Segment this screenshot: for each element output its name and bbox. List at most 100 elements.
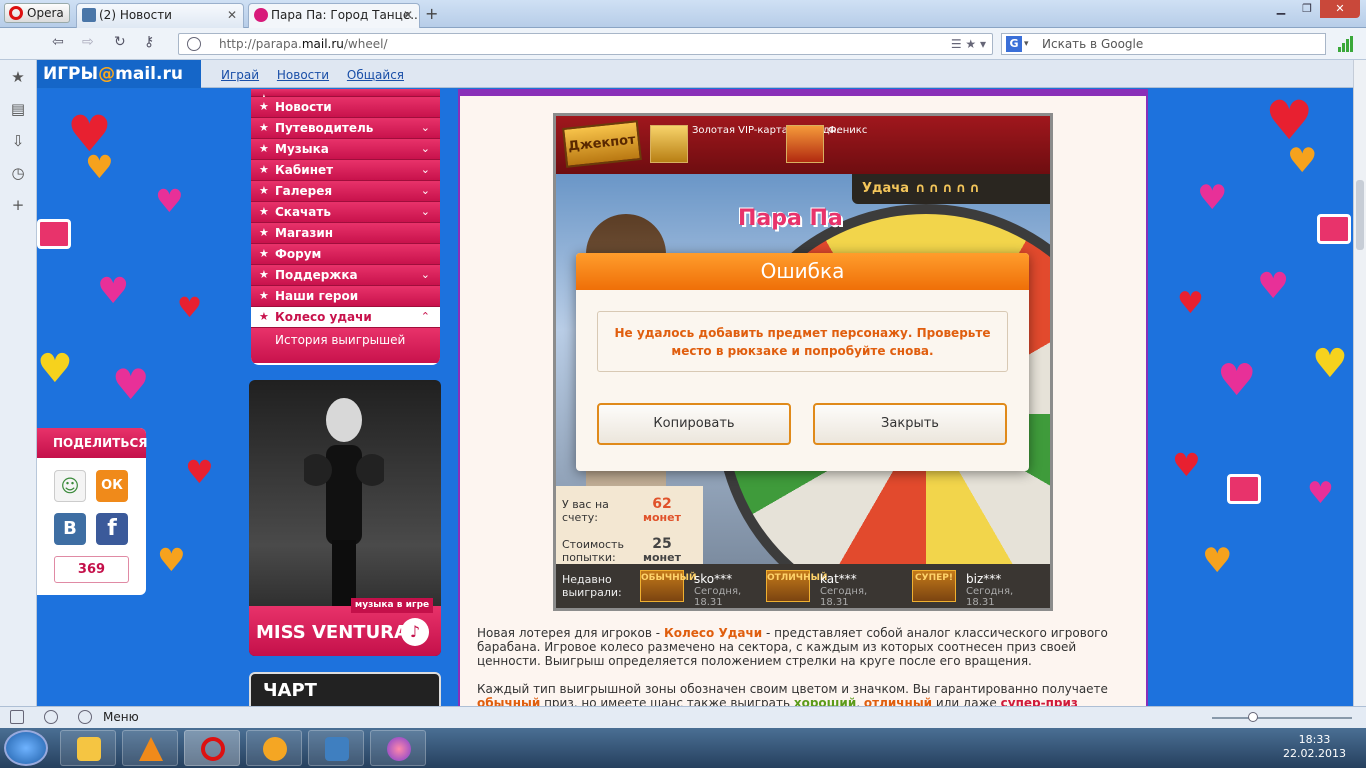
- banner-artist-name: MISS VENTURA: [256, 622, 408, 643]
- close-window-icon[interactable]: ✕: [1320, 0, 1360, 18]
- taskbar-app-explorer[interactable]: [60, 730, 116, 766]
- gift-decoration-icon: [1227, 474, 1261, 504]
- zoom-knob[interactable]: [1248, 712, 1258, 722]
- coins-panel: У вас на счету: 62 монет Стоимость попытк…: [556, 486, 703, 566]
- start-button[interactable]: [4, 730, 48, 766]
- menu-item-news[interactable]: Новости: [251, 97, 440, 118]
- prize-badge: ОБЫЧНЫЙ: [640, 570, 697, 602]
- system-clock[interactable]: 18:33 22.02.2013: [1283, 733, 1346, 761]
- signal-icon: [1338, 36, 1354, 52]
- menu-item-support[interactable]: Поддержка⌄: [251, 265, 440, 286]
- copy-button[interactable]: Копировать: [597, 403, 791, 445]
- nav-link-news[interactable]: Новости: [277, 68, 329, 82]
- parapa-disco-icon: [387, 737, 411, 761]
- downloads-icon[interactable]: ⇩: [0, 124, 36, 156]
- menu-item-shop[interactable]: Магазин: [251, 223, 440, 244]
- page-scrollbar[interactable]: [1353, 60, 1366, 706]
- vlc-icon: [139, 737, 163, 761]
- search-field[interactable]: G ▾ Искать в Google: [1001, 33, 1326, 55]
- add-panel-icon[interactable]: +: [0, 188, 36, 220]
- taskbar-app-parapa[interactable]: [370, 730, 426, 766]
- menu-item-gallery[interactable]: Галерея⌄: [251, 181, 440, 202]
- browser-sidepanel: ★ ▤ ⇩ ◷ +: [0, 60, 37, 706]
- history-icon[interactable]: ◷: [0, 156, 36, 188]
- heart-decoration-icon: ♥: [1202, 541, 1233, 581]
- menu-item-music[interactable]: Музыка⌄: [251, 139, 440, 160]
- taskbar-app-avast[interactable]: [246, 730, 302, 766]
- back-icon[interactable]: ⇦: [52, 34, 64, 50]
- chevron-up-icon: ⌃: [420, 310, 430, 323]
- tab-news[interactable]: (2) Новости ✕: [76, 3, 244, 28]
- menu-item-wheel[interactable]: Колесо удачи⌃: [251, 307, 440, 328]
- share-widget: ПОДЕЛИТЬСЯ ☺ ОК В f 369: [37, 428, 148, 595]
- heart-decoration-icon: ♥: [112, 360, 150, 409]
- opera-menu-button[interactable]: Opera: [4, 3, 70, 23]
- tab-parapa[interactable]: Пара Па: Город Танце... ✕: [248, 3, 420, 28]
- parapa-favicon-icon: [254, 8, 268, 22]
- submenu-win-history[interactable]: История выигрышей: [251, 328, 440, 363]
- google-icon[interactable]: G: [1006, 36, 1022, 52]
- taskbar-app-opera[interactable]: [184, 730, 240, 766]
- gift-decoration-icon: [37, 219, 71, 249]
- banner-strip: музыка в игре MISS VENTURA ♪: [249, 598, 441, 656]
- reload-icon[interactable]: ↻: [114, 34, 126, 50]
- facebook-share-icon[interactable]: f: [96, 513, 128, 545]
- chevron-down-icon: ⌄: [420, 184, 430, 197]
- mail-share-icon[interactable]: ☺: [54, 470, 86, 502]
- parapa-logo: Пара Па: [738, 206, 843, 231]
- vip-card-prize-icon: [650, 125, 688, 163]
- menu-item-cabinet[interactable]: Кабинет⌄: [251, 160, 440, 181]
- scrollbar-thumb[interactable]: [1356, 180, 1364, 250]
- menu-item-guide[interactable]: Путеводитель⌄: [251, 118, 440, 139]
- key-icon[interactable]: ⚷: [144, 34, 154, 50]
- menu-item-forum[interactable]: Форум: [251, 244, 440, 265]
- recent-label: Недавно выиграли:: [562, 573, 622, 599]
- games-mail-logo[interactable]: ИГРЫ@mail.ru: [37, 60, 201, 88]
- taskbar-app-editor[interactable]: [308, 730, 364, 766]
- turbo-cloud-icon[interactable]: [44, 710, 58, 724]
- heart-decoration-icon: ♥: [185, 453, 214, 491]
- heart-decoration-icon: ♥: [1287, 141, 1318, 181]
- minimize-icon[interactable]: ▁: [1268, 0, 1294, 18]
- taskbar-app-vlc[interactable]: [122, 730, 178, 766]
- unite-icon[interactable]: [78, 710, 92, 724]
- heart-decoration-icon: ♥: [157, 541, 186, 579]
- winner-name: sko***: [694, 572, 733, 586]
- maximize-icon[interactable]: ❐: [1294, 0, 1320, 18]
- rss-bookmark-icons[interactable]: ☰ ★ ▾: [951, 34, 986, 54]
- cost-label: Стоимость попытки:: [562, 538, 624, 564]
- prize-badge: СУПЕР!: [912, 570, 956, 602]
- heart-decoration-icon: ♥: [1312, 341, 1348, 387]
- browser-tab-bar: Opera (2) Новости ✕ Пара Па: Город Танце…: [0, 0, 1366, 28]
- dialog-title: Ошибка: [576, 253, 1029, 290]
- nav-link-play[interactable]: Играй: [221, 68, 259, 82]
- account-value: 62 монет: [643, 496, 681, 524]
- account-label: У вас на счету:: [562, 498, 609, 524]
- menu-item-download[interactable]: Скачать⌄: [251, 202, 440, 223]
- search-engine-dropdown-icon[interactable]: ▾: [1024, 34, 1029, 54]
- ok-share-icon[interactable]: ОК: [96, 470, 128, 502]
- singer-photo: [304, 398, 384, 610]
- close-tab-icon[interactable]: ✕: [403, 4, 413, 26]
- zoom-slider[interactable]: [1212, 712, 1352, 722]
- close-button[interactable]: Закрыть: [813, 403, 1007, 445]
- vk-share-icon[interactable]: В: [54, 513, 86, 545]
- close-tab-icon[interactable]: ✕: [227, 4, 237, 26]
- notes-icon[interactable]: ▤: [0, 92, 36, 124]
- new-tab-icon[interactable]: +: [425, 4, 438, 23]
- share-count: 369: [54, 556, 129, 583]
- folder-icon: [77, 737, 101, 761]
- winner-date: Сегодня, 18.31: [820, 586, 868, 608]
- share-title: ПОДЕЛИТЬСЯ: [37, 428, 148, 458]
- status-menu-label[interactable]: Меню: [103, 710, 139, 724]
- heart-decoration-icon: ♥: [1217, 355, 1257, 406]
- bookmarks-icon[interactable]: ★: [0, 60, 36, 92]
- winner-date: Сегодня, 18.31: [966, 586, 1014, 608]
- url-field[interactable]: http://parapa.mail.ru/wheel/ ☰ ★ ▾: [178, 33, 993, 55]
- music-banner[interactable]: музыка в игре MISS VENTURA ♪: [249, 380, 441, 656]
- panel-toggle-icon[interactable]: [10, 710, 24, 724]
- menu-item-heroes[interactable]: Наши герои: [251, 286, 440, 307]
- forward-icon[interactable]: ⇨: [82, 34, 94, 50]
- gift-decoration-icon: [1317, 214, 1351, 244]
- nav-link-social[interactable]: Общайся: [347, 68, 404, 82]
